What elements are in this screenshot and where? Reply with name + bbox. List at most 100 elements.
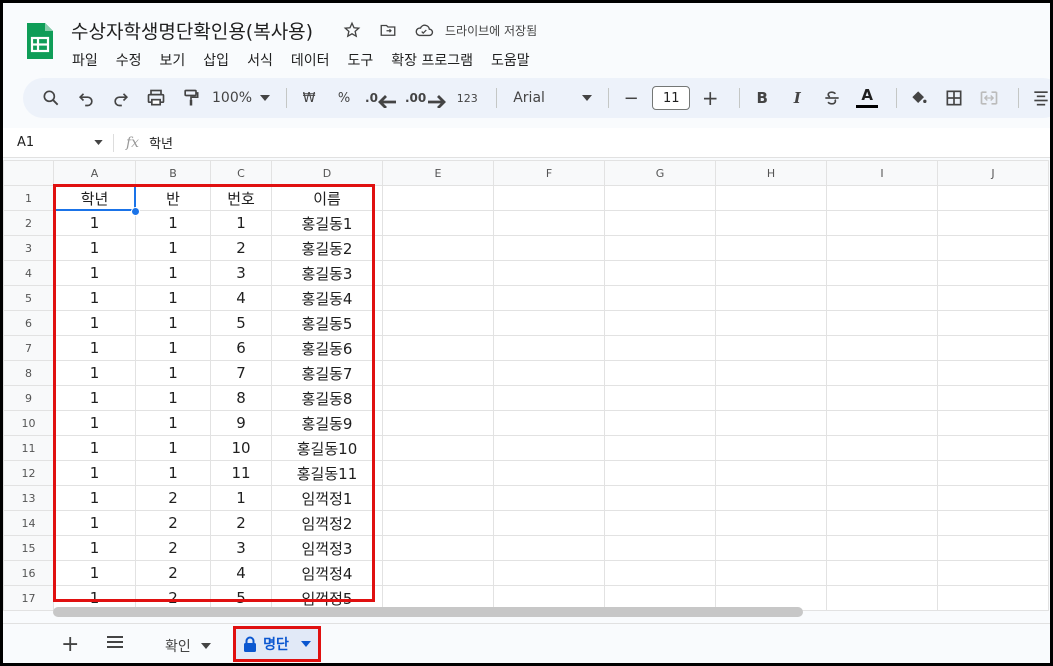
cell-a3[interactable]: 1 xyxy=(53,235,136,261)
cell-j9[interactable] xyxy=(937,385,1049,411)
cell-e9[interactable] xyxy=(382,385,494,411)
cell-i11[interactable] xyxy=(826,435,938,461)
cell-g4[interactable] xyxy=(604,260,716,286)
cell-g2[interactable] xyxy=(604,210,716,236)
row-header[interactable]: 12 xyxy=(3,460,54,486)
row-header[interactable]: 6 xyxy=(3,310,54,336)
cell-c8[interactable]: 7 xyxy=(210,360,272,386)
row-header[interactable]: 15 xyxy=(3,535,54,561)
italic-button[interactable]: I xyxy=(783,84,811,112)
sheet-tab-roster[interactable]: 명단 xyxy=(233,626,321,662)
cell-h7[interactable] xyxy=(715,335,827,361)
cell-h10[interactable] xyxy=(715,410,827,436)
cell-g7[interactable] xyxy=(604,335,716,361)
cell-a10[interactable]: 1 xyxy=(53,410,136,436)
cell-g15[interactable] xyxy=(604,535,716,561)
menu-view[interactable]: 보기 xyxy=(151,48,195,72)
cell-a8[interactable]: 1 xyxy=(53,360,136,386)
cell-a12[interactable]: 1 xyxy=(53,460,136,486)
borders-icon[interactable] xyxy=(940,84,968,112)
cell-c15[interactable]: 3 xyxy=(210,535,272,561)
cell-c4[interactable]: 3 xyxy=(210,260,272,286)
cell-i16[interactable] xyxy=(826,560,938,586)
cell-j3[interactable] xyxy=(937,235,1049,261)
cell-h14[interactable] xyxy=(715,510,827,536)
all-sheets-icon[interactable] xyxy=(106,634,124,653)
cell-e13[interactable] xyxy=(382,485,494,511)
cell-f12[interactable] xyxy=(493,460,605,486)
cell-b8[interactable]: 1 xyxy=(135,360,211,386)
row-header[interactable]: 1 xyxy=(3,185,54,211)
cell-d4[interactable]: 홍길동3 xyxy=(271,260,383,286)
row-header[interactable]: 8 xyxy=(3,360,54,386)
decrease-decimal-button[interactable]: .0 xyxy=(365,84,398,112)
column-header-a[interactable]: A xyxy=(53,160,136,186)
cell-g16[interactable] xyxy=(604,560,716,586)
cell-e8[interactable] xyxy=(382,360,494,386)
cell-g12[interactable] xyxy=(604,460,716,486)
font-size-input[interactable]: 11 xyxy=(652,86,691,110)
cell-f9[interactable] xyxy=(493,385,605,411)
cell-h5[interactable] xyxy=(715,285,827,311)
row-header[interactable]: 11 xyxy=(3,435,54,461)
cell-f13[interactable] xyxy=(493,485,605,511)
menu-insert[interactable]: 삽입 xyxy=(194,48,238,72)
cell-d5[interactable]: 홍길동4 xyxy=(271,285,383,311)
cell-j14[interactable] xyxy=(937,510,1049,536)
undo-icon[interactable] xyxy=(72,84,100,112)
cell-e6[interactable] xyxy=(382,310,494,336)
paint-format-icon[interactable] xyxy=(177,84,205,112)
cell-i8[interactable] xyxy=(826,360,938,386)
bold-button[interactable]: B xyxy=(748,84,776,112)
fill-color-icon[interactable] xyxy=(905,84,933,112)
cell-d15[interactable]: 임꺽정3 xyxy=(271,535,383,561)
cell-i12[interactable] xyxy=(826,460,938,486)
menu-help[interactable]: 도움말 xyxy=(482,48,539,72)
menu-edit[interactable]: 수정 xyxy=(107,48,151,72)
cell-d11[interactable]: 홍길동10 xyxy=(271,435,383,461)
column-header-j[interactable]: J xyxy=(937,160,1049,186)
cell-h9[interactable] xyxy=(715,385,827,411)
cell-b9[interactable]: 1 xyxy=(135,385,211,411)
row-header[interactable]: 2 xyxy=(3,210,54,236)
cell-d10[interactable]: 홍길동9 xyxy=(271,410,383,436)
cell-g5[interactable] xyxy=(604,285,716,311)
cell-i4[interactable] xyxy=(826,260,938,286)
cell-j15[interactable] xyxy=(937,535,1049,561)
cell-g6[interactable] xyxy=(604,310,716,336)
cell-e4[interactable] xyxy=(382,260,494,286)
cell-c1[interactable]: 번호 xyxy=(210,185,272,211)
cell-h13[interactable] xyxy=(715,485,827,511)
cell-g10[interactable] xyxy=(604,410,716,436)
currency-format-button[interactable]: ₩ xyxy=(295,84,323,112)
cell-j4[interactable] xyxy=(937,260,1049,286)
cell-c3[interactable]: 2 xyxy=(210,235,272,261)
cell-e3[interactable] xyxy=(382,235,494,261)
cell-i17[interactable] xyxy=(826,585,938,611)
cell-f15[interactable] xyxy=(493,535,605,561)
cell-i13[interactable] xyxy=(826,485,938,511)
cell-i1[interactable] xyxy=(826,185,938,211)
cell-a13[interactable]: 1 xyxy=(53,485,136,511)
cell-b2[interactable]: 1 xyxy=(135,210,211,236)
column-header-g[interactable]: G xyxy=(604,160,716,186)
cell-h1[interactable] xyxy=(715,185,827,211)
cell-b5[interactable]: 1 xyxy=(135,285,211,311)
formula-input[interactable]: 학년 xyxy=(149,133,173,152)
strikethrough-icon[interactable] xyxy=(818,84,846,112)
cell-f10[interactable] xyxy=(493,410,605,436)
cell-j10[interactable] xyxy=(937,410,1049,436)
cell-d2[interactable]: 홍길동1 xyxy=(271,210,383,236)
menu-extensions[interactable]: 확장 프로그램 xyxy=(382,48,482,72)
cell-a7[interactable]: 1 xyxy=(53,335,136,361)
row-header[interactable]: 7 xyxy=(3,335,54,361)
row-header[interactable]: 16 xyxy=(3,560,54,586)
column-header-h[interactable]: H xyxy=(715,160,827,186)
cell-b3[interactable]: 1 xyxy=(135,235,211,261)
zoom-select[interactable]: 100% xyxy=(212,90,271,106)
font-select[interactable]: Arial xyxy=(505,90,600,106)
cell-c10[interactable]: 9 xyxy=(210,410,272,436)
cell-b15[interactable]: 2 xyxy=(135,535,211,561)
cell-a16[interactable]: 1 xyxy=(53,560,136,586)
print-icon[interactable] xyxy=(142,84,170,112)
